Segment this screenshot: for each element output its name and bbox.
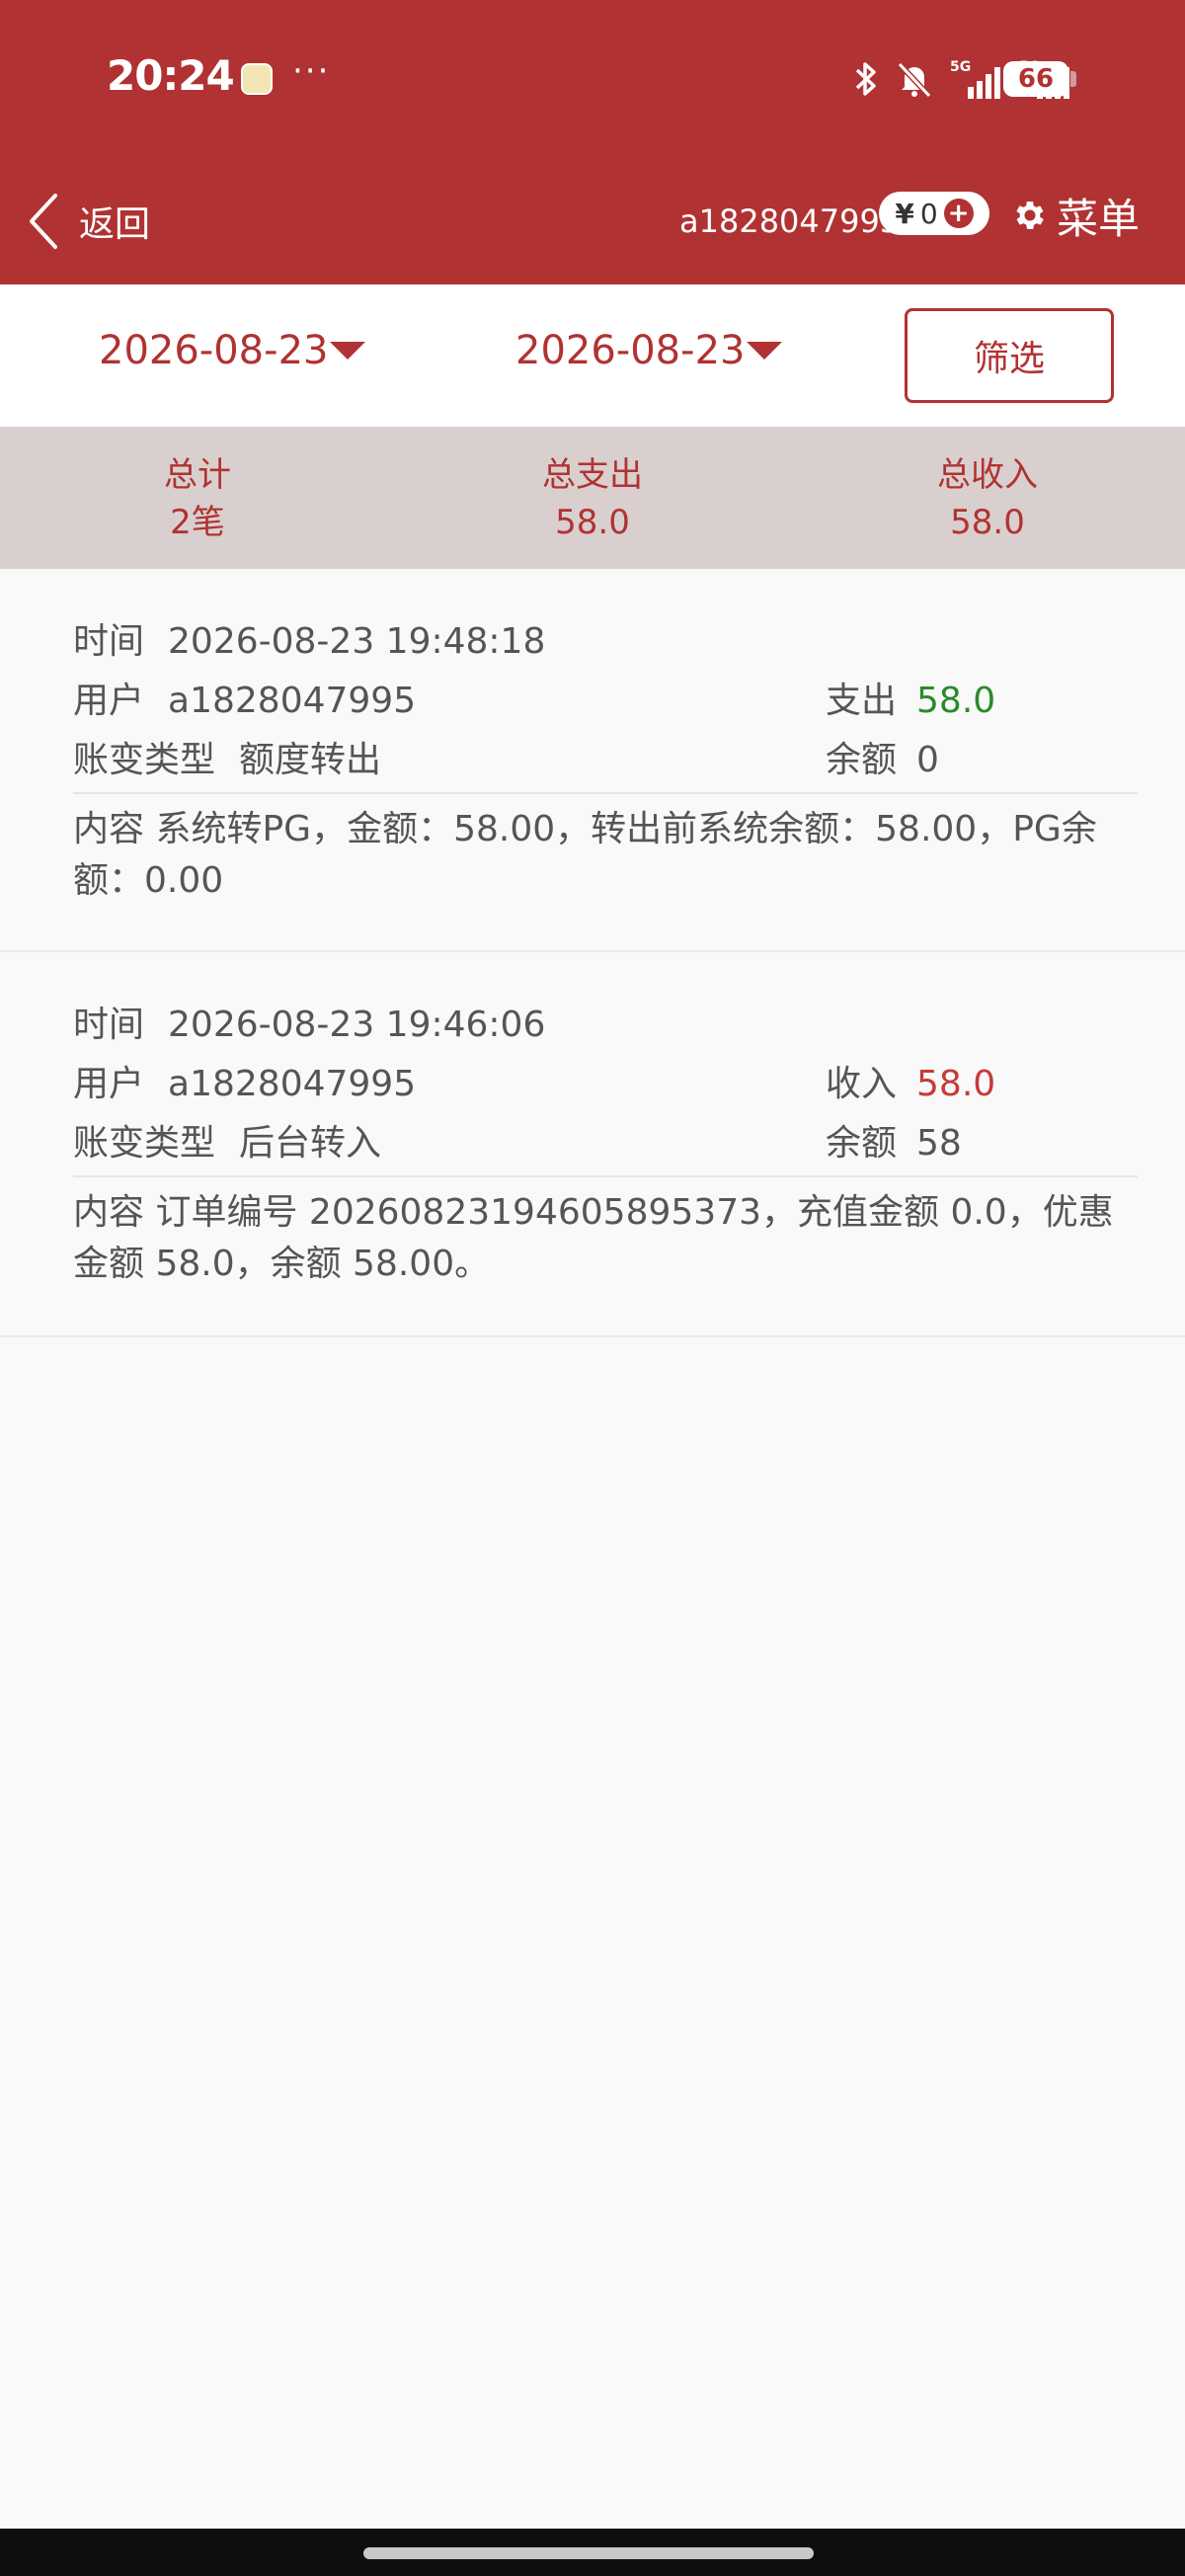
chevron-left-icon	[30, 194, 57, 249]
menu-label: 菜单	[1057, 194, 1141, 243]
time-label: 时间	[73, 621, 145, 662]
more-dots-icon: ···	[292, 51, 331, 91]
list-item[interactable]: 时间 2026-08-23 19:46:06 用户 a1828047995 收入 58…	[0, 952, 1185, 1337]
divider	[73, 792, 1138, 794]
summary-total-label: 总计	[164, 455, 231, 495]
caret-down-icon	[330, 342, 366, 360]
record-user-row: 用户 a1828047995	[73, 1055, 416, 1106]
summary-income-value: 58.0	[950, 503, 1025, 542]
user-label: 用户	[73, 1064, 145, 1104]
list-item[interactable]: 时间 2026-08-23 19:48:18 用户 a1828047995 支出 58…	[0, 569, 1185, 952]
content-label: 内容	[73, 1192, 145, 1233]
summary-income: 总收入 58.0	[790, 427, 1185, 569]
balance-value: 0	[916, 740, 939, 780]
wallet-balance-button[interactable]: ¥ 0 +	[879, 192, 989, 235]
record-content: 内容 订单编号 20260823194605895373，充值金额 0.0，优惠…	[73, 1187, 1140, 1290]
record-type-row: 账变类型 后台转入	[73, 1114, 381, 1166]
user-value: a1828047995	[168, 681, 417, 721]
gear-icon	[1016, 201, 1044, 229]
content-label: 内容	[73, 809, 145, 849]
balance-label: 余额	[826, 1123, 898, 1164]
record-balance-row: 余额 0	[826, 731, 939, 782]
svg-text:5G: 5G	[950, 59, 971, 75]
record-amount-row: 收入 58.0	[826, 1055, 995, 1106]
type-value: 后台转入	[239, 1123, 382, 1164]
start-date-value: 2026-08-23	[99, 328, 329, 373]
back-label: 返回	[79, 204, 151, 245]
amount-value: 58.0	[916, 1064, 996, 1104]
time-label: 时间	[73, 1005, 145, 1045]
plus-circle-icon: +	[943, 199, 974, 228]
summary-bar: 总计 2笔 总支出 58.0 总收入 58.0	[0, 427, 1185, 569]
amount-value: 58.0	[916, 681, 996, 721]
nav-bar: 返回 a1828047995 ¥ 0 + 菜单	[0, 158, 1185, 284]
balance-label: 余额	[826, 740, 898, 780]
summary-income-label: 总收入	[937, 455, 1038, 495]
type-label: 账变类型	[73, 1123, 216, 1164]
end-date-picker[interactable]: 2026-08-23	[515, 328, 783, 373]
bell-muted-icon	[897, 61, 932, 99]
summary-total: 总计 2笔	[0, 427, 395, 569]
record-amount-row: 支出 58.0	[826, 672, 995, 723]
battery-tip	[1070, 71, 1076, 87]
username: a1828047995	[679, 202, 901, 240]
summary-total-value: 2笔	[170, 503, 225, 542]
record-balance-row: 余额 58	[826, 1114, 962, 1166]
amount-label: 支出	[826, 681, 898, 721]
type-label: 账变类型	[73, 740, 216, 780]
record-type-row: 账变类型 额度转出	[73, 731, 381, 782]
menu-button[interactable]: 菜单	[1011, 186, 1140, 245]
content-value: 系统转PG，金额：58.00，转出前系统余额：58.00，PG余额：0.00	[73, 809, 1097, 901]
content-value: 订单编号 20260823194605895373，充值金额 0.0，优惠金额 …	[73, 1192, 1114, 1284]
back-button[interactable]: 返回	[26, 184, 150, 259]
start-date-picker[interactable]: 2026-08-23	[99, 328, 366, 373]
caret-down-icon	[747, 342, 783, 360]
summary-expense-label: 总支出	[542, 455, 643, 495]
summary-expense: 总支出 58.0	[395, 427, 790, 569]
user-value: a1828047995	[168, 1064, 417, 1104]
filter-button[interactable]: 筛选	[905, 308, 1114, 403]
record-time-row: 时间 2026-08-23 19:46:06	[73, 996, 545, 1047]
status-time: 20:24	[107, 51, 235, 100]
time-value: 2026-08-23 19:48:18	[168, 621, 546, 662]
home-gesture-bar[interactable]	[363, 2547, 814, 2559]
time-value: 2026-08-23 19:46:06	[168, 1005, 546, 1045]
filter-bar: 2026-08-23 2026-08-23 筛选	[0, 284, 1185, 427]
end-date-value: 2026-08-23	[515, 328, 746, 373]
currency-symbol: ¥	[895, 197, 914, 230]
amount-label: 收入	[826, 1064, 898, 1104]
app-notification-icon	[241, 63, 273, 95]
battery-icon: 66	[1003, 61, 1068, 97]
user-label: 用户	[73, 681, 145, 721]
record-user-row: 用户 a1828047995	[73, 672, 416, 723]
signal-5g-icon: 5G	[950, 59, 1000, 99]
wallet-amount: 0	[919, 197, 938, 230]
summary-expense-value: 58.0	[555, 503, 630, 542]
balance-value: 58	[916, 1123, 962, 1164]
record-content: 内容 系统转PG，金额：58.00，转出前系统余额：58.00，PG余额：0.0…	[73, 804, 1140, 907]
record-time-row: 时间 2026-08-23 19:48:18	[73, 612, 545, 664]
divider	[73, 1175, 1138, 1177]
bluetooth-icon	[855, 62, 876, 96]
type-value: 额度转出	[239, 740, 382, 780]
status-bar: 20:24 ··· 5G 5G 66	[0, 0, 1185, 158]
